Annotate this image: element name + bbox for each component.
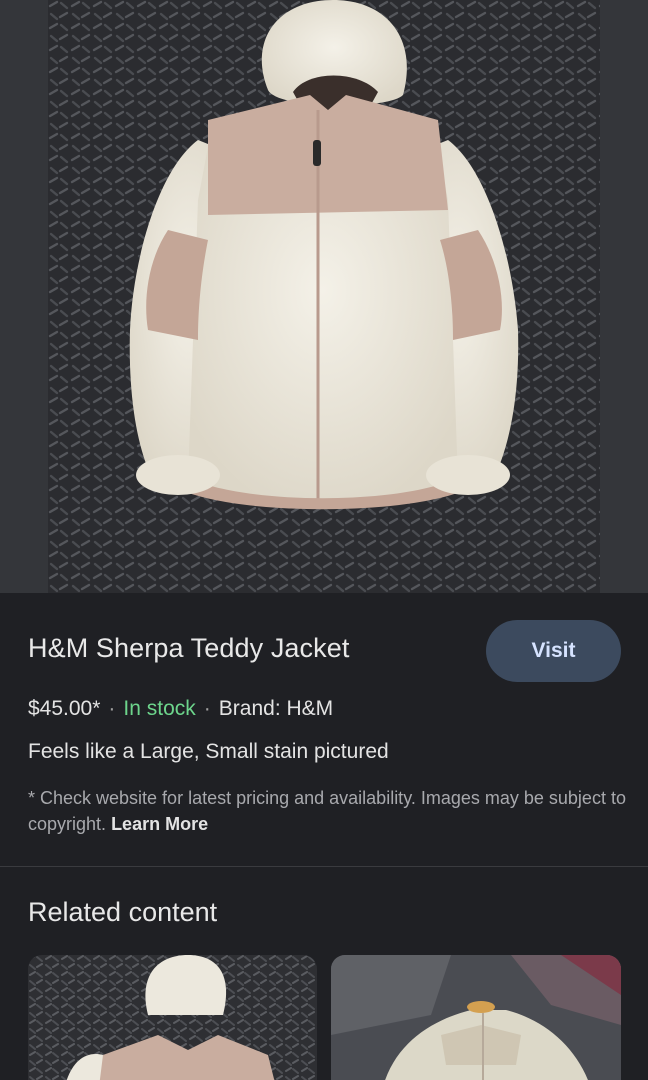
learn-more-link[interactable]: Learn More bbox=[111, 814, 208, 834]
meta-separator: · bbox=[203, 697, 211, 720]
section-divider bbox=[0, 866, 648, 867]
product-price: $45.00* bbox=[28, 697, 101, 720]
stock-status: In stock bbox=[123, 697, 196, 720]
product-info-panel: H&M Sherpa Teddy Jacket Visit $45.00* · In… bbox=[0, 593, 648, 867]
product-brand: Brand: H&M bbox=[218, 697, 334, 720]
product-page: H&M Sherpa Teddy Jacket Visit $45.00* · In… bbox=[0, 0, 648, 1080]
product-description: Feels like a Large, Small stain pictured bbox=[28, 740, 389, 763]
related-jacket-image bbox=[28, 955, 317, 1080]
jacket-photo-image bbox=[48, 0, 600, 593]
product-image-viewer[interactable] bbox=[0, 0, 648, 593]
related-content-heading: Related content bbox=[28, 897, 218, 927]
product-photo[interactable] bbox=[48, 0, 600, 593]
product-meta-row: $45.00* · In stock · Brand: H&M bbox=[28, 697, 333, 721]
related-jacket-image bbox=[331, 955, 621, 1080]
pricing-disclaimer: * Check website for latest pricing and a… bbox=[28, 785, 628, 837]
image-side-blur-left bbox=[0, 0, 48, 593]
related-item-thumbnail[interactable] bbox=[28, 955, 317, 1080]
visit-button[interactable]: Visit bbox=[486, 620, 621, 682]
related-item-thumbnail[interactable] bbox=[331, 955, 621, 1080]
meta-separator: · bbox=[108, 697, 116, 720]
product-title: H&M Sherpa Teddy Jacket bbox=[28, 633, 350, 663]
image-side-blur-right bbox=[600, 0, 648, 593]
